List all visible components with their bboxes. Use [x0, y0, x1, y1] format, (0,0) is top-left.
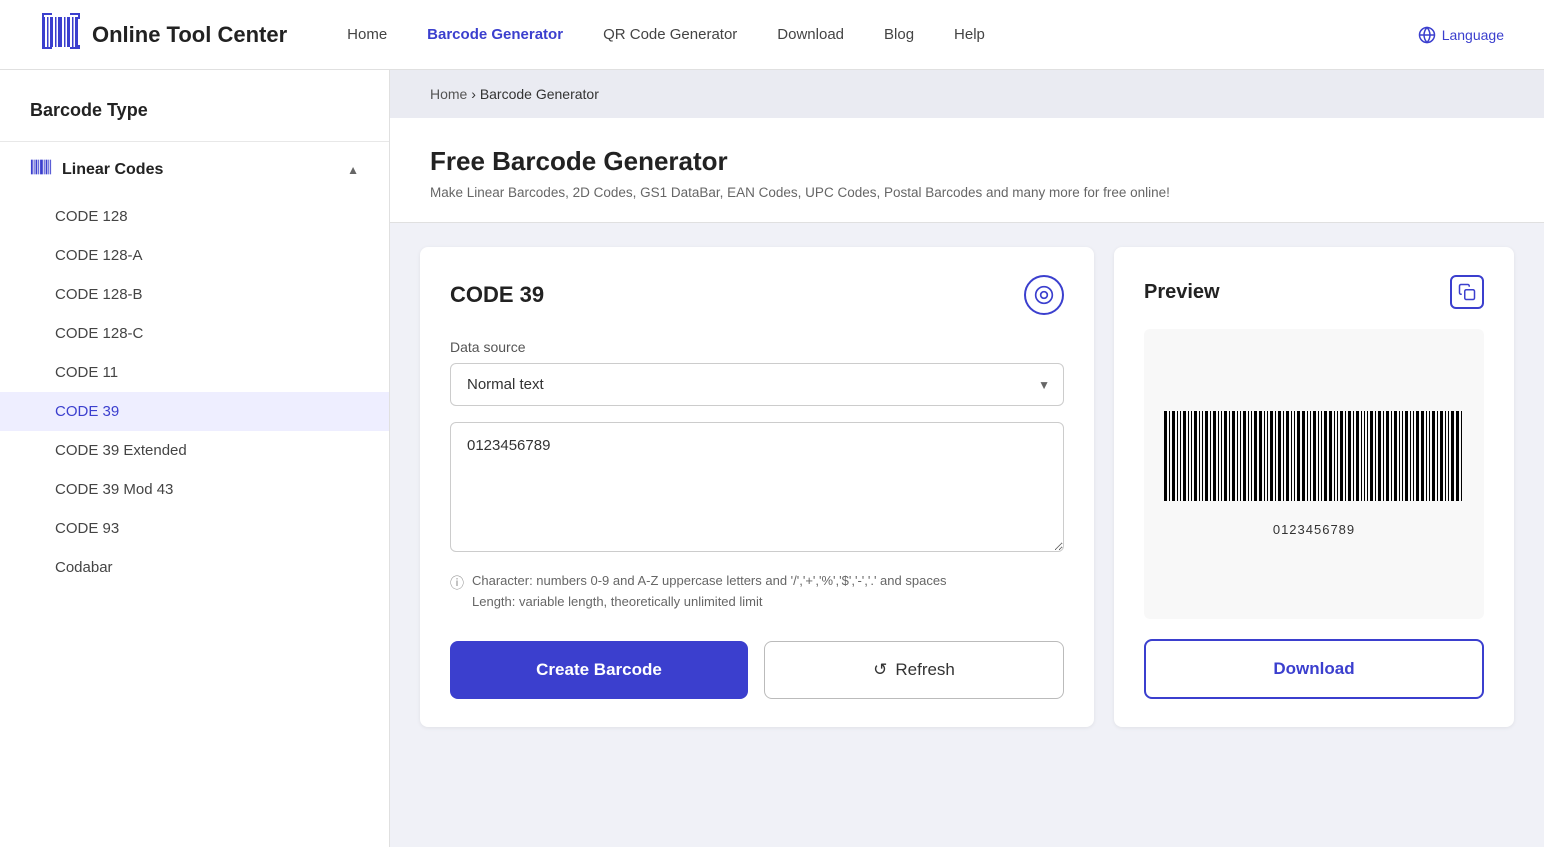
- generator-panel: CODE 39 Data source Normal text Hex stri…: [420, 247, 1094, 727]
- hero-title: Free Barcode Generator: [430, 146, 1504, 177]
- navbar: Online Tool Center Home Barcode Generato…: [0, 0, 1544, 70]
- button-row: Create Barcode ↺ Refresh: [450, 641, 1064, 699]
- refresh-icon: ↺: [873, 660, 887, 680]
- linear-codes-label: Linear Codes: [62, 161, 163, 179]
- barcode-svg: [1164, 411, 1464, 511]
- sidebar-item-code128c[interactable]: CODE 128-C: [0, 314, 389, 353]
- nav-download[interactable]: Download: [777, 26, 844, 43]
- breadcrumb-home[interactable]: Home: [430, 86, 467, 102]
- barcode-preview-area: 0123456789: [1144, 329, 1484, 619]
- refresh-label: Refresh: [895, 660, 955, 680]
- preview-panel: Preview: [1114, 247, 1514, 727]
- copy-icon: [1458, 283, 1476, 301]
- breadcrumb: Home › Barcode Generator: [390, 70, 1544, 118]
- barcode-value: 0123456789: [1164, 522, 1464, 537]
- copy-button[interactable]: [1450, 275, 1484, 309]
- sidebar-title: Barcode Type: [0, 90, 389, 141]
- nav-help[interactable]: Help: [954, 26, 985, 43]
- sidebar-item-code128b[interactable]: CODE 128-B: [0, 275, 389, 314]
- preview-header: Preview: [1144, 275, 1484, 309]
- linear-codes-barcode-icon: [30, 156, 52, 183]
- create-barcode-button[interactable]: Create Barcode: [450, 641, 748, 699]
- hint-text: ⓘ Character: numbers 0-9 and A-Z upperca…: [450, 571, 1064, 613]
- language-label: Language: [1442, 27, 1504, 43]
- sidebar-item-codabar[interactable]: Codabar: [0, 548, 389, 587]
- chevron-up-icon: ▲: [347, 163, 359, 177]
- main-container: Barcode Type: [0, 70, 1544, 847]
- info-icon: ⓘ: [450, 572, 464, 594]
- sidebar-item-code39[interactable]: CODE 39: [0, 392, 389, 431]
- breadcrumb-current: Barcode Generator: [480, 86, 599, 102]
- panel-header: CODE 39: [450, 275, 1064, 315]
- sidebar-item-code128[interactable]: CODE 128: [0, 197, 389, 236]
- hero-section: Free Barcode Generator Make Linear Barco…: [390, 118, 1544, 223]
- sidebar-item-code128a[interactable]: CODE 128-A: [0, 236, 389, 275]
- nav-barcode-generator[interactable]: Barcode Generator: [427, 26, 563, 43]
- globe-icon: [1418, 26, 1436, 44]
- sidebar-items-linear: CODE 128 CODE 128-A CODE 128-B CODE 128-…: [0, 197, 389, 587]
- sidebar-section-header-linear[interactable]: Linear Codes ▲: [0, 142, 389, 197]
- generator-title: CODE 39: [450, 282, 544, 308]
- datasource-select-wrapper: Normal text Hex string Base64 ▼: [450, 363, 1064, 406]
- barcode-image: 0123456789: [1164, 411, 1464, 537]
- datasource-select[interactable]: Normal text Hex string Base64: [450, 363, 1064, 406]
- nav-blog[interactable]: Blog: [884, 26, 914, 43]
- logo-text: Online Tool Center: [92, 22, 287, 48]
- nav-home[interactable]: Home: [347, 26, 387, 43]
- hero-subtitle: Make Linear Barcodes, 2D Codes, GS1 Data…: [430, 185, 1504, 200]
- sidebar-item-code39extended[interactable]: CODE 39 Extended: [0, 431, 389, 470]
- barcode-logo-icon: [40, 11, 82, 59]
- barcode-data-input[interactable]: 0123456789: [450, 422, 1064, 552]
- logo[interactable]: Online Tool Center: [40, 11, 287, 59]
- hint-content: Character: numbers 0-9 and A-Z uppercase…: [472, 571, 947, 613]
- settings-icon: [1034, 285, 1054, 305]
- generator-area: CODE 39 Data source Normal text Hex stri…: [390, 223, 1544, 751]
- refresh-button[interactable]: ↺ Refresh: [764, 641, 1064, 699]
- language-selector[interactable]: Language: [1418, 26, 1504, 44]
- sidebar-section-linear: Linear Codes ▲ CODE 128 CODE 128-A CODE …: [0, 141, 389, 587]
- preview-title: Preview: [1144, 281, 1220, 304]
- datasource-label: Data source: [450, 339, 1064, 355]
- sidebar: Barcode Type: [0, 70, 390, 847]
- nav-qr-code-generator[interactable]: QR Code Generator: [603, 26, 737, 43]
- settings-button[interactable]: [1024, 275, 1064, 315]
- download-button[interactable]: Download: [1144, 639, 1484, 699]
- sidebar-item-code11[interactable]: CODE 11: [0, 353, 389, 392]
- breadcrumb-separator: ›: [471, 86, 476, 102]
- sidebar-item-code93[interactable]: CODE 93: [0, 509, 389, 548]
- content-area: Home › Barcode Generator Free Barcode Ge…: [390, 70, 1544, 847]
- sidebar-item-code39mod43[interactable]: CODE 39 Mod 43: [0, 470, 389, 509]
- nav-links: Home Barcode Generator QR Code Generator…: [347, 26, 1418, 43]
